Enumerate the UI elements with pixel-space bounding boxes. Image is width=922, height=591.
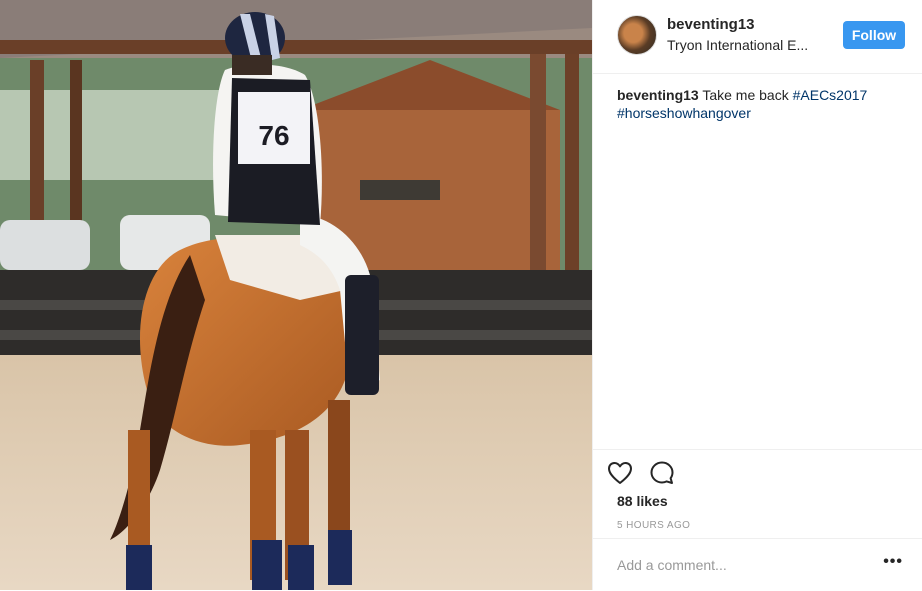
post-caption: beventing13 Take me back #AECs2017 #hors… xyxy=(617,86,902,122)
comment-button[interactable] xyxy=(649,460,675,491)
username-link[interactable]: beventing13 xyxy=(667,16,755,33)
instagram-post: 76 beventing13 Tryon International E... … xyxy=(0,0,922,590)
post-header: beventing13 Tryon International E... Fol… xyxy=(593,0,922,74)
post-timestamp[interactable]: 5 HOURS AGO xyxy=(617,520,690,531)
bib-number: 76 xyxy=(258,120,289,151)
caption-username[interactable]: beventing13 xyxy=(617,87,699,103)
more-options-icon[interactable]: ••• xyxy=(883,553,903,571)
comment-input[interactable] xyxy=(617,557,867,573)
post-sidebar: beventing13 Tryon International E... Fol… xyxy=(592,0,922,590)
avatar[interactable] xyxy=(617,15,657,55)
post-photo[interactable]: 76 xyxy=(0,0,592,590)
location-link[interactable]: Tryon International E... xyxy=(667,37,827,53)
like-button[interactable] xyxy=(607,461,633,490)
hashtag-link[interactable]: #horseshowhangover xyxy=(617,105,751,121)
photo-illustration: 76 xyxy=(0,0,592,590)
follow-button[interactable]: Follow xyxy=(843,21,905,49)
caption-text: Take me back xyxy=(702,87,789,103)
heart-icon xyxy=(607,461,633,490)
comment-icon xyxy=(649,460,675,491)
hashtag-link[interactable]: #AECs2017 xyxy=(793,87,868,103)
comment-bar: ••• xyxy=(593,538,922,591)
post-actions xyxy=(593,449,922,484)
likes-count[interactable]: 88 likes xyxy=(617,493,668,509)
